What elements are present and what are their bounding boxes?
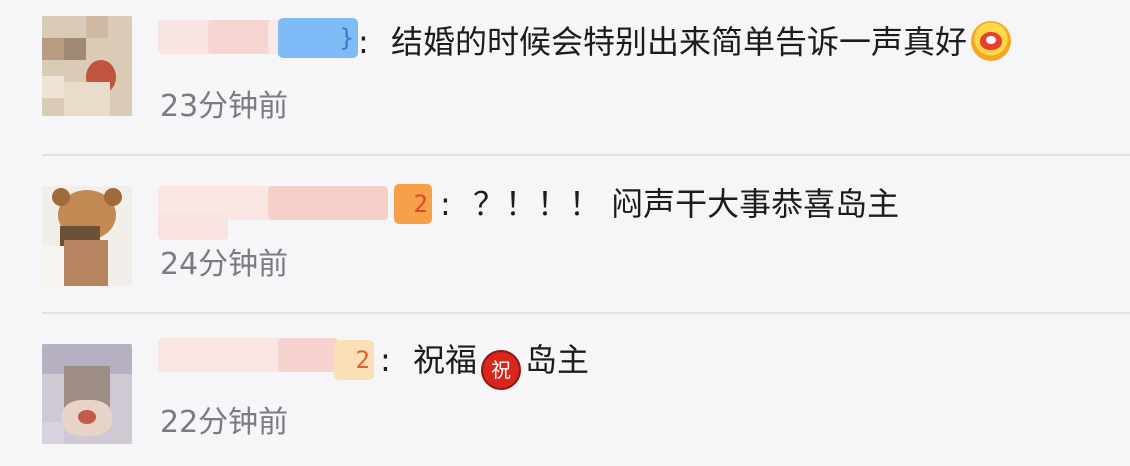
comment-body: 结婚的时候会特别出来简单告诉一声真好 <box>390 23 967 61</box>
user-badge-icon: 2 <box>394 184 432 224</box>
comment-body-before: 祝福 <box>412 341 477 379</box>
timestamp: 22分钟前 <box>160 405 289 440</box>
nickname[interactable]: 2 <box>158 180 438 244</box>
nickname[interactable]: 2 <box>158 334 378 382</box>
avatar[interactable] <box>42 16 132 116</box>
laughing-face-emoji-icon <box>970 21 1011 61</box>
avatar[interactable] <box>42 344 132 444</box>
comment-text: : 祝福祝岛主 <box>380 338 589 390</box>
divider <box>42 154 1130 156</box>
user-badge-icon: } <box>278 18 358 58</box>
divider <box>42 312 1130 314</box>
comment-text: : 结婚的时候会特别出来简单告诉一声真好 <box>358 20 1011 64</box>
comment-text: : ？！！！ 闷声干大事恭喜岛主 <box>440 182 899 226</box>
timestamp: 23分钟前 <box>160 89 289 124</box>
colon-separator: : <box>380 341 391 379</box>
comment-body: ？！！！ 闷声干大事恭喜岛主 <box>472 185 900 223</box>
blessing-emoji-icon: 祝 <box>480 350 521 390</box>
user-badge-icon: 2 <box>334 340 374 380</box>
avatar[interactable] <box>42 186 132 286</box>
nickname[interactable]: } <box>158 16 358 58</box>
comment-body-after: 岛主 <box>524 341 589 379</box>
colon-separator: : <box>440 185 451 223</box>
timestamp: 24分钟前 <box>160 247 289 282</box>
colon-separator: : <box>358 23 369 61</box>
